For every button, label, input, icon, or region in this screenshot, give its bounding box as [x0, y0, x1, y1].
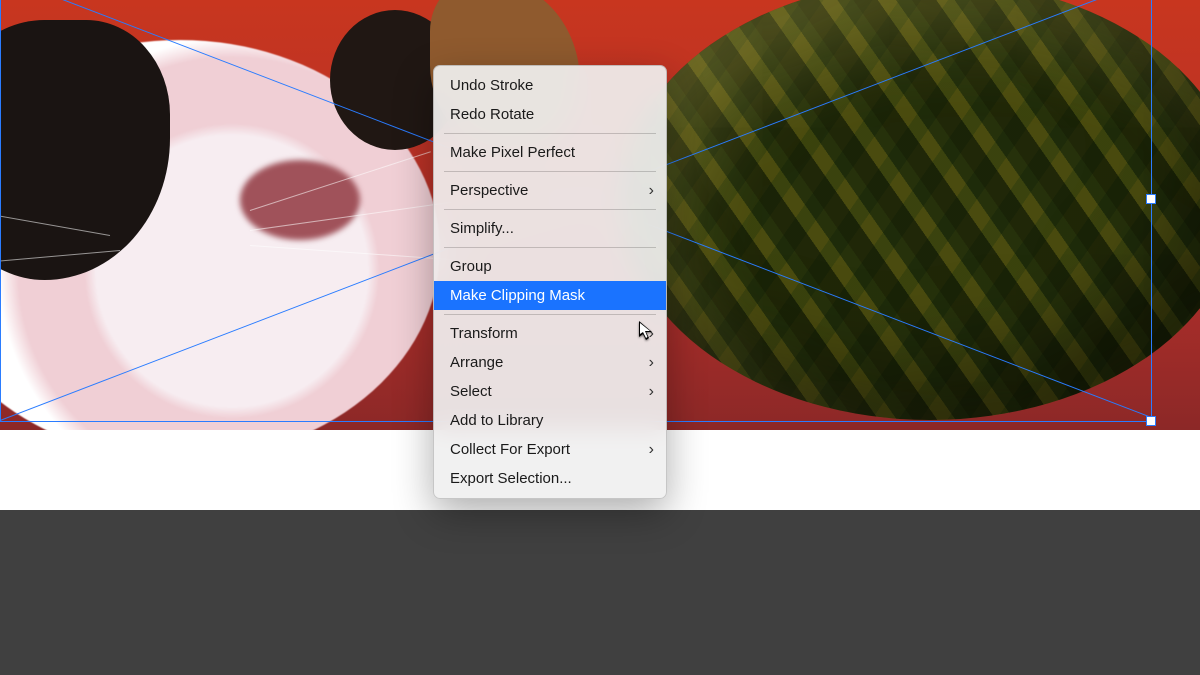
- chevron-right-icon: ›: [649, 348, 654, 377]
- menu-item-label: Perspective: [450, 182, 528, 199]
- menu-item-transform[interactable]: Transform ›: [434, 319, 666, 348]
- chevron-right-icon: ›: [649, 176, 654, 205]
- menu-item-perspective[interactable]: Perspective ›: [434, 176, 666, 205]
- menu-item-add-to-library[interactable]: Add to Library: [434, 406, 666, 435]
- menu-item-label: Make Pixel Perfect: [450, 144, 575, 161]
- menu-item-label: Add to Library: [450, 412, 543, 429]
- menu-item-undo[interactable]: Undo Stroke: [434, 71, 666, 100]
- menu-item-make-clipping-mask[interactable]: Make Clipping Mask: [434, 281, 666, 310]
- menu-item-label: Transform: [450, 325, 518, 342]
- menu-item-select[interactable]: Select ›: [434, 377, 666, 406]
- menu-item-label: Arrange: [450, 354, 503, 371]
- chevron-right-icon: ›: [649, 319, 654, 348]
- menu-separator: [444, 171, 656, 172]
- menu-item-group[interactable]: Group: [434, 252, 666, 281]
- menu-item-redo[interactable]: Redo Rotate: [434, 100, 666, 129]
- menu-item-label: Collect For Export: [450, 441, 570, 458]
- menu-item-label: Redo Rotate: [450, 106, 534, 123]
- menu-item-simplify[interactable]: Simplify...: [434, 214, 666, 243]
- menu-item-label: Export Selection...: [450, 470, 572, 487]
- menu-item-make-pixel-perfect[interactable]: Make Pixel Perfect: [434, 138, 666, 167]
- menu-item-label: Group: [450, 258, 492, 275]
- menu-separator: [444, 209, 656, 210]
- menu-item-label: Simplify...: [450, 220, 514, 237]
- chevron-right-icon: ›: [649, 377, 654, 406]
- menu-separator: [444, 247, 656, 248]
- menu-item-export-selection[interactable]: Export Selection...: [434, 464, 666, 493]
- menu-item-label: Make Clipping Mask: [450, 287, 585, 304]
- app-canvas-area: Undo Stroke Redo Rotate Make Pixel Perfe…: [0, 0, 1200, 675]
- menu-item-collect-for-export[interactable]: Collect For Export ›: [434, 435, 666, 464]
- menu-item-label: Undo Stroke: [450, 77, 533, 94]
- context-menu: Undo Stroke Redo Rotate Make Pixel Perfe…: [433, 65, 667, 499]
- menu-separator: [444, 314, 656, 315]
- menu-separator: [444, 133, 656, 134]
- chevron-right-icon: ›: [649, 435, 654, 464]
- menu-item-arrange[interactable]: Arrange ›: [434, 348, 666, 377]
- menu-item-label: Select: [450, 383, 492, 400]
- resize-handle-e[interactable]: [1146, 194, 1156, 204]
- resize-handle-se[interactable]: [1146, 416, 1156, 426]
